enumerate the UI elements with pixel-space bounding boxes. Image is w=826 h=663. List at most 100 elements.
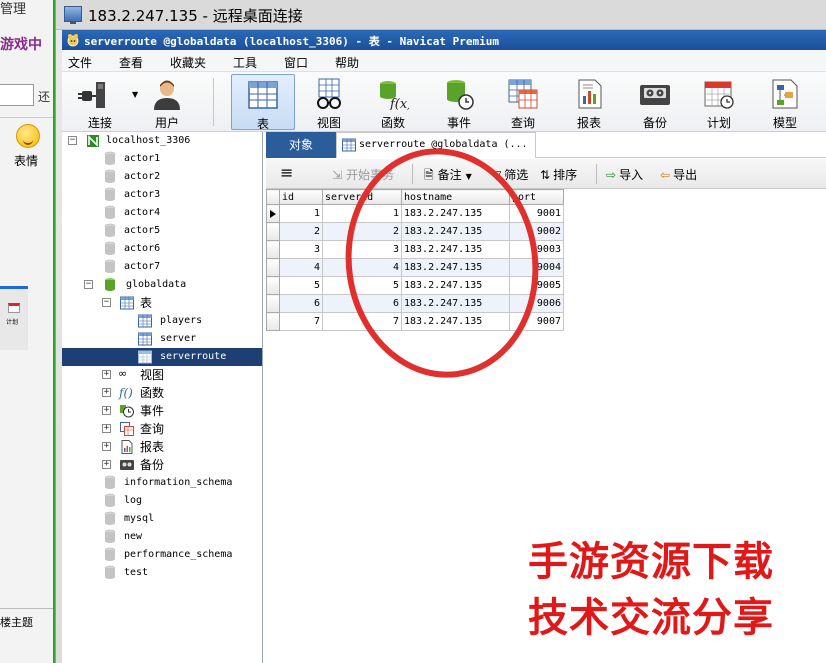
cell-serverid[interactable]: 5 bbox=[322, 276, 402, 295]
table-row[interactable]: 7 7 183.2.247.135 9007 bbox=[266, 312, 564, 331]
table-row[interactable]: 3 3 183.2.247.135 9003 bbox=[266, 240, 564, 259]
cell-hostname[interactable]: 183.2.247.135 bbox=[401, 222, 510, 241]
expand-icon[interactable]: + bbox=[102, 370, 111, 379]
table-row[interactable]: 5 5 183.2.247.135 9005 bbox=[266, 276, 564, 295]
schedule-button[interactable]: 计划 bbox=[692, 74, 746, 130]
collapse-icon[interactable]: − bbox=[84, 280, 93, 289]
menu-tools[interactable]: 工具 bbox=[233, 54, 257, 71]
tab-objects[interactable]: 对象 bbox=[266, 132, 336, 158]
cell-serverid[interactable]: 7 bbox=[322, 312, 402, 331]
sort-button[interactable]: ⇅ 排序 bbox=[540, 166, 577, 183]
bg-title-fragment: 管理 bbox=[0, 2, 27, 17]
hamburger-menu-icon[interactable]: ≡ bbox=[280, 163, 293, 182]
cell-hostname[interactable]: 183.2.247.135 bbox=[401, 312, 510, 331]
toolbar-label: 连接 bbox=[87, 116, 112, 130]
bg-input[interactable] bbox=[0, 84, 34, 106]
expand-icon[interactable]: + bbox=[102, 442, 111, 451]
row-indicator[interactable] bbox=[266, 204, 280, 223]
tree-database-label: actor6 bbox=[124, 243, 161, 254]
database-icon bbox=[104, 565, 116, 579]
menu-file[interactable]: 文件 bbox=[68, 54, 92, 71]
cell-id[interactable]: 7 bbox=[279, 312, 323, 331]
emoji-icon[interactable] bbox=[16, 124, 40, 148]
model-button[interactable]: 模型 bbox=[758, 74, 812, 130]
function-button[interactable]: f(x) 函数 bbox=[366, 74, 420, 130]
column-header-serverid[interactable]: serverid bbox=[322, 189, 402, 205]
cell-id[interactable]: 3 bbox=[279, 240, 323, 259]
user-button[interactable]: 用户 bbox=[142, 74, 192, 130]
rdp-title-bar[interactable]: 183.2.247.135 - 远程桌面连接 bbox=[56, 0, 826, 30]
function-icon: f() bbox=[119, 386, 133, 400]
event-button[interactable]: 事件 bbox=[432, 74, 486, 130]
menu-favorites[interactable]: 收藏夹 bbox=[170, 54, 206, 71]
connect-dropdown-icon[interactable]: ▼ bbox=[132, 90, 138, 99]
cell-hostname[interactable]: 183.2.247.135 bbox=[401, 294, 510, 313]
column-header-hostname[interactable]: hostname bbox=[401, 189, 510, 205]
memo-button[interactable]: 🗎 备注 ▼ bbox=[424, 166, 472, 187]
expand-icon[interactable]: + bbox=[102, 388, 111, 397]
bg-thumbnail[interactable]: 计划 bbox=[0, 286, 28, 350]
cell-hostname[interactable]: 183.2.247.135 bbox=[401, 204, 510, 223]
view-button[interactable]: 视图 bbox=[302, 74, 356, 130]
cell-hostname[interactable]: 183.2.247.135 bbox=[401, 240, 510, 259]
menu-help[interactable]: 帮助 bbox=[335, 54, 359, 71]
column-header-id[interactable]: id bbox=[279, 189, 323, 205]
cell-port[interactable]: 9004 bbox=[509, 258, 564, 277]
cell-id[interactable]: 2 bbox=[279, 222, 323, 241]
row-indicator[interactable] bbox=[266, 258, 280, 277]
cell-port[interactable]: 9003 bbox=[509, 240, 564, 259]
table-icon bbox=[248, 81, 278, 109]
navicat-title-bar[interactable]: serverroute @globaldata (localhost_3306)… bbox=[62, 30, 826, 50]
menu-window[interactable]: 窗口 bbox=[284, 54, 308, 71]
expand-icon[interactable]: + bbox=[102, 460, 111, 469]
cell-port[interactable]: 9001 bbox=[509, 204, 564, 223]
backup-button[interactable]: 备份 bbox=[628, 74, 682, 130]
expand-icon[interactable]: + bbox=[102, 406, 111, 415]
toolbar-label: 计划 bbox=[706, 116, 731, 130]
import-button[interactable]: ⇨ 导入 bbox=[606, 166, 643, 183]
cell-id[interactable]: 4 bbox=[279, 258, 323, 277]
cell-id[interactable]: 6 bbox=[279, 294, 323, 313]
tab-table-serverroute[interactable]: serverroute @globaldata (... bbox=[336, 132, 536, 158]
tree-database-label: new bbox=[124, 531, 143, 542]
tree-folder-label: 查询 bbox=[140, 422, 165, 436]
row-indicator[interactable] bbox=[266, 240, 280, 259]
collapse-icon[interactable]: − bbox=[102, 298, 111, 307]
database-icon bbox=[104, 241, 116, 255]
cell-port[interactable]: 9002 bbox=[509, 222, 564, 241]
column-header-port[interactable]: port bbox=[509, 189, 564, 205]
collapse-icon[interactable]: − bbox=[68, 136, 77, 145]
table-row[interactable]: 6 6 183.2.247.135 9006 bbox=[266, 294, 564, 313]
table-button[interactable]: 表 bbox=[231, 74, 295, 131]
query-button[interactable]: 查询 bbox=[496, 74, 550, 130]
table-row[interactable]: 1 1 183.2.247.135 9001 bbox=[266, 204, 564, 223]
cell-serverid[interactable]: 4 bbox=[322, 258, 402, 277]
cell-hostname[interactable]: 183.2.247.135 bbox=[401, 276, 510, 295]
connect-button[interactable]: ▼ 连接 bbox=[74, 74, 138, 130]
menu-view[interactable]: 查看 bbox=[119, 54, 143, 71]
tree-database-label: information_schema bbox=[124, 477, 233, 488]
cell-serverid[interactable]: 1 bbox=[322, 204, 402, 223]
row-indicator[interactable] bbox=[266, 294, 280, 313]
cell-hostname[interactable]: 183.2.247.135 bbox=[401, 258, 510, 277]
begin-transaction-button[interactable]: ⇲ 开始事务 bbox=[332, 166, 394, 183]
filter-button[interactable]: ▽ 筛选 bbox=[492, 166, 528, 183]
cell-port[interactable]: 9005 bbox=[509, 276, 564, 295]
row-indicator[interactable] bbox=[266, 312, 280, 331]
cell-serverid[interactable]: 3 bbox=[322, 240, 402, 259]
cell-port[interactable]: 9006 bbox=[509, 294, 564, 313]
report-button[interactable]: 报表 bbox=[562, 74, 616, 130]
row-indicator[interactable] bbox=[266, 276, 280, 295]
table-row[interactable]: 2 2 183.2.247.135 9002 bbox=[266, 222, 564, 241]
sort-label: 排序 bbox=[553, 168, 578, 182]
cell-id[interactable]: 5 bbox=[279, 276, 323, 295]
table-row[interactable]: 4 4 183.2.247.135 9004 bbox=[266, 258, 564, 277]
cell-port[interactable]: 9007 bbox=[509, 312, 564, 331]
cell-id[interactable]: 1 bbox=[279, 204, 323, 223]
export-button[interactable]: ⇦ 导出 bbox=[660, 166, 697, 183]
expand-icon[interactable]: + bbox=[102, 424, 111, 433]
export-label: 导出 bbox=[673, 168, 698, 182]
cell-serverid[interactable]: 2 bbox=[322, 222, 402, 241]
row-indicator[interactable] bbox=[266, 222, 280, 241]
cell-serverid[interactable]: 6 bbox=[322, 294, 402, 313]
